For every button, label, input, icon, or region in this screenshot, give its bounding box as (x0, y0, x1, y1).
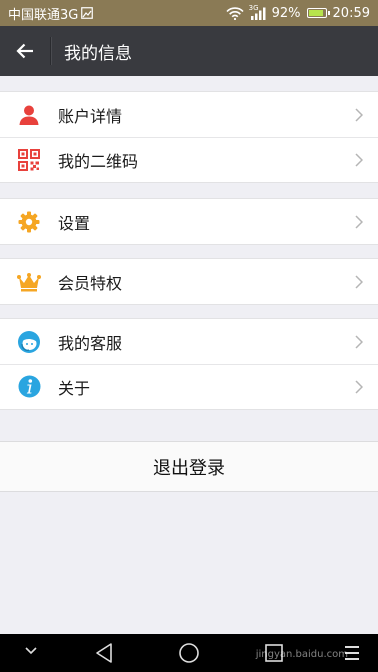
image-notification-icon (81, 7, 94, 19)
carrier-label: 中国联通3G (8, 7, 79, 23)
system-back-button[interactable] (94, 642, 114, 664)
menu-item-label: 会员特权 (58, 273, 123, 293)
page-title: 我的信息 (64, 43, 132, 64)
menu-item-account-details[interactable]: 账户详情 (0, 92, 378, 137)
status-bar: 中国联通3G 3G 92% 20:59 (0, 0, 378, 26)
triangle-back-icon (96, 643, 112, 663)
menu-item-label: 账户详情 (58, 106, 123, 126)
menu-item-label: 设置 (58, 213, 91, 233)
customer-service-icon (0, 330, 58, 354)
menu-item-membership-privileges[interactable]: 会员特权 (0, 259, 378, 304)
logout-button[interactable]: 退出登录 (0, 441, 378, 492)
qr-code-icon (0, 148, 58, 171)
menu-group-membership: 会员特权 (0, 258, 378, 305)
menu-item-my-qr-code[interactable]: 我的二维码 (0, 137, 378, 182)
chevron-right-icon (355, 214, 363, 229)
menu-item-label: 我的客服 (58, 333, 123, 353)
chevron-right-icon (355, 107, 363, 122)
circle-home-icon (179, 643, 199, 663)
chevron-down-icon (25, 647, 37, 655)
nav-bar: 我的信息 (0, 26, 378, 76)
menu-item-label: 我的二维码 (58, 151, 139, 171)
menu-item-settings[interactable]: 设置 (0, 199, 378, 244)
wifi-icon (226, 6, 244, 20)
back-button[interactable] (0, 26, 50, 76)
nav-divider (50, 37, 51, 65)
clock: 20:59 (332, 5, 370, 21)
system-home-button[interactable] (178, 642, 200, 664)
battery-percent: 92% (271, 5, 301, 21)
person-icon (0, 104, 58, 126)
info-icon (0, 375, 58, 398)
gear-icon (0, 211, 58, 233)
chevron-right-icon (355, 274, 363, 289)
hide-nav-button[interactable] (24, 646, 38, 656)
menu-item-about[interactable]: 关于 (0, 364, 378, 409)
watermark: jingyan.baidu.com (255, 649, 348, 660)
menu-item-label: 关于 (58, 378, 91, 398)
arrow-left-icon (16, 43, 33, 59)
menu-group-account: 账户详情 我的二维码 (0, 91, 378, 183)
chevron-right-icon (355, 334, 363, 349)
network-type-label: 3G (248, 3, 259, 12)
menu-item-customer-service[interactable]: 我的客服 (0, 319, 378, 364)
battery-icon (306, 8, 330, 18)
signal-icon: 3G (248, 3, 266, 20)
chevron-right-icon (355, 152, 363, 167)
menu-group-support: 我的客服 关于 (0, 318, 378, 410)
chevron-right-icon (355, 379, 363, 394)
crown-icon (0, 272, 58, 292)
menu-group-settings: 设置 (0, 198, 378, 245)
